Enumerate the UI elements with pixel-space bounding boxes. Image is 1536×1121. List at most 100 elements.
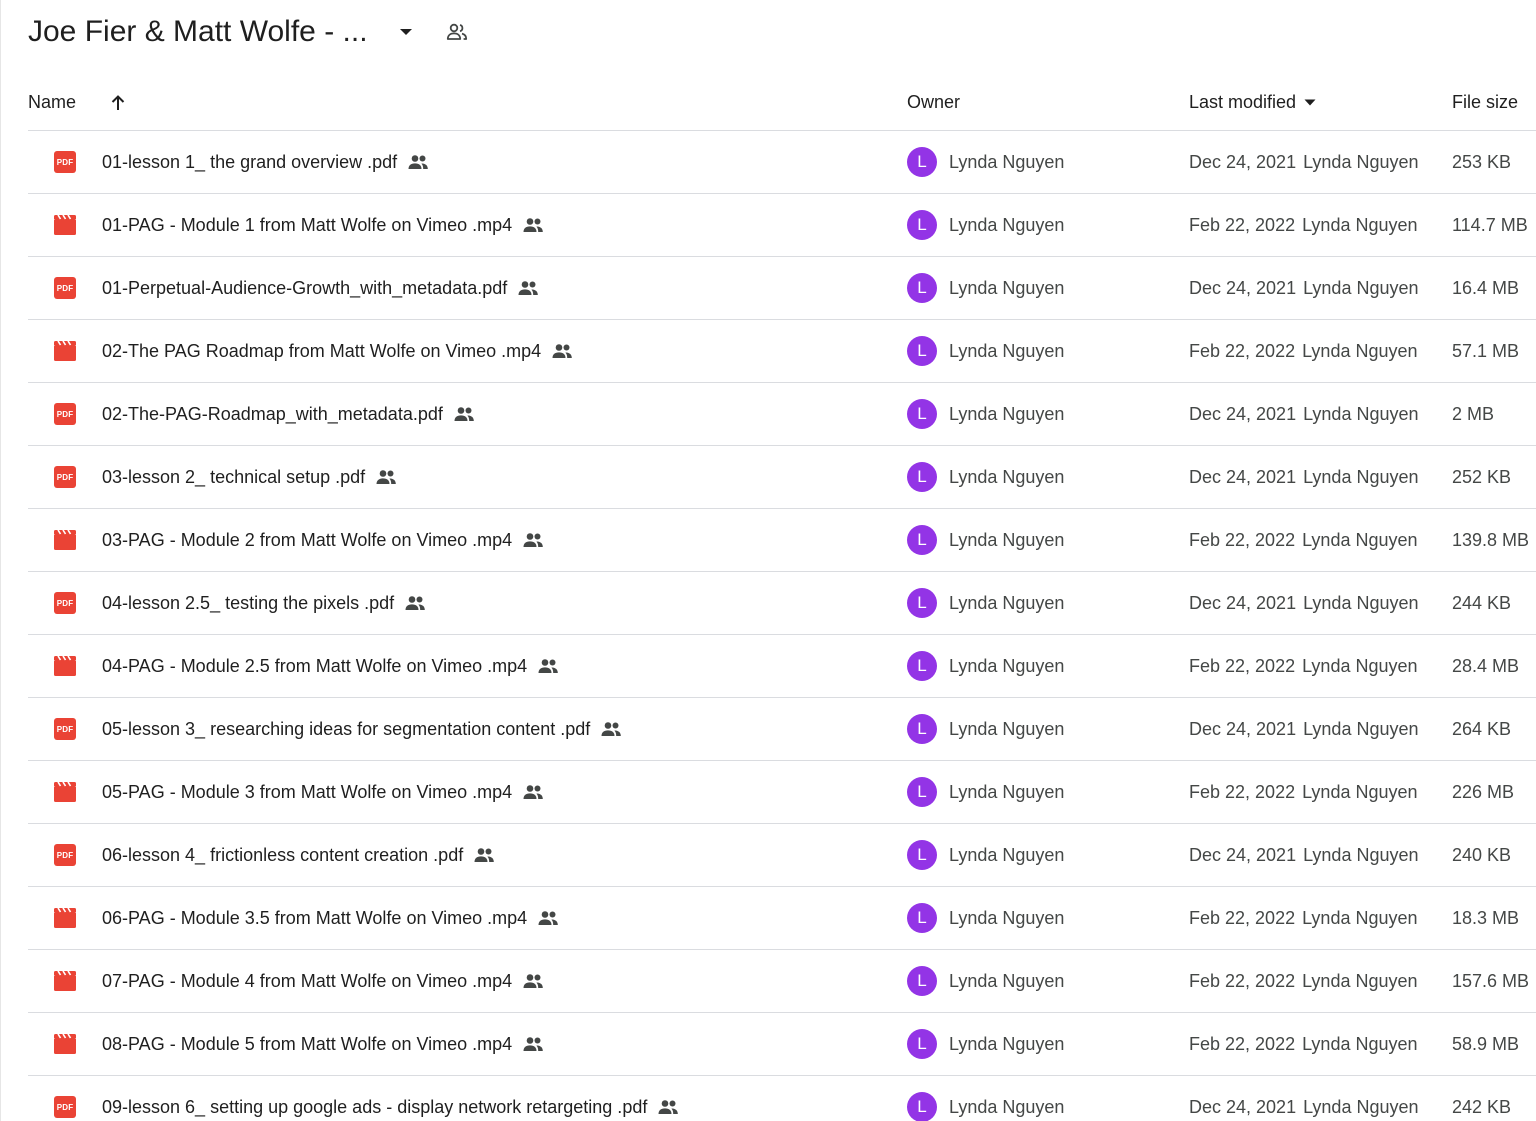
file-name[interactable]: 04-PAG - Module 2.5 from Matt Wolfe on V… xyxy=(102,656,527,677)
pdf-icon: PDF xyxy=(54,844,76,866)
owner-name: Lynda Nguyen xyxy=(949,466,1065,487)
file-row-7[interactable]: 03-PAG - Module 2 from Matt Wolfe on Vim… xyxy=(28,509,1536,572)
file-list: PDF 01-lesson 1_ the grand overview .pdf… xyxy=(28,131,1536,1121)
modified-date: Feb 22, 2022 xyxy=(1189,655,1296,676)
shared-icon xyxy=(453,406,475,422)
file-row-2[interactable]: 01-PAG - Module 1 from Matt Wolfe on Vim… xyxy=(28,194,1536,257)
file-row-1[interactable]: PDF 01-lesson 1_ the grand overview .pdf… xyxy=(28,131,1536,194)
file-name-cell: 02-The-PAG-Roadmap_with_metadata.pdf xyxy=(102,383,475,445)
file-name-cell: 03-lesson 2_ technical setup .pdf xyxy=(102,446,397,508)
drive-folder-view: Joe Fier & Matt Wolfe - ... Name Owner L… xyxy=(0,0,1536,1121)
folder-menu-caret-icon[interactable] xyxy=(394,20,418,44)
last-modified-cell: Dec 24, 2021 Lynda Nguyen xyxy=(1189,446,1419,508)
file-row-16[interactable]: PDF 09-lesson 6_ setting up google ads -… xyxy=(28,1076,1536,1121)
file-name[interactable]: 01-lesson 1_ the grand overview .pdf xyxy=(102,152,397,173)
owner-avatar[interactable]: L xyxy=(907,147,937,177)
owner-cell: L Lynda Nguyen xyxy=(907,509,1064,571)
file-row-14[interactable]: 07-PAG - Module 4 from Matt Wolfe on Vim… xyxy=(28,950,1536,1013)
owner-name: Lynda Nguyen xyxy=(949,907,1065,928)
owner-avatar[interactable]: L xyxy=(907,336,937,366)
file-name[interactable]: 01-PAG - Module 1 from Matt Wolfe on Vim… xyxy=(102,215,512,236)
file-name[interactable]: 02-The-PAG-Roadmap_with_metadata.pdf xyxy=(102,404,443,425)
file-name[interactable]: 04-lesson 2.5_ testing the pixels .pdf xyxy=(102,593,394,614)
file-row-6[interactable]: PDF 03-lesson 2_ technical setup .pdf L … xyxy=(28,446,1536,509)
last-modified-cell: Dec 24, 2021 Lynda Nguyen xyxy=(1189,383,1419,445)
file-name[interactable]: 09-lesson 6_ setting up google ads - dis… xyxy=(102,1097,647,1118)
file-name-cell: 04-PAG - Module 2.5 from Matt Wolfe on V… xyxy=(102,635,559,697)
sort-ascending-arrow-icon[interactable] xyxy=(106,91,130,115)
file-size: 252 KB xyxy=(1452,466,1512,487)
file-name[interactable]: 01-Perpetual-Audience-Growth_with_metada… xyxy=(102,278,507,299)
owner-cell: L Lynda Nguyen xyxy=(907,1013,1064,1075)
modified-date: Feb 22, 2022 xyxy=(1189,529,1296,550)
owner-avatar[interactable]: L xyxy=(907,651,937,681)
owner-avatar[interactable]: L xyxy=(907,399,937,429)
owner-avatar[interactable]: L xyxy=(907,462,937,492)
file-name-cell: 03-PAG - Module 2 from Matt Wolfe on Vim… xyxy=(102,509,544,571)
modified-date: Feb 22, 2022 xyxy=(1189,1033,1296,1054)
video-icon xyxy=(54,215,76,235)
file-size: 139.8 MB xyxy=(1452,529,1530,550)
file-name[interactable]: 02-The PAG Roadmap from Matt Wolfe on Vi… xyxy=(102,341,541,362)
shared-icon xyxy=(522,1036,544,1052)
video-icon xyxy=(54,908,76,928)
file-name[interactable]: 06-PAG - Module 3.5 from Matt Wolfe on V… xyxy=(102,908,527,929)
file-row-11[interactable]: 05-PAG - Module 3 from Matt Wolfe on Vim… xyxy=(28,761,1536,824)
owner-name: Lynda Nguyen xyxy=(949,214,1065,235)
owner-cell: L Lynda Nguyen xyxy=(907,887,1064,949)
owner-name: Lynda Nguyen xyxy=(949,1033,1065,1054)
modified-by: Lynda Nguyen xyxy=(1303,718,1419,739)
file-row-15[interactable]: 08-PAG - Module 5 from Matt Wolfe on Vim… xyxy=(28,1013,1536,1076)
file-name-cell: 01-PAG - Module 1 from Matt Wolfe on Vim… xyxy=(102,194,544,256)
owner-avatar[interactable]: L xyxy=(907,1029,937,1059)
owner-avatar[interactable]: L xyxy=(907,588,937,618)
owner-avatar[interactable]: L xyxy=(907,525,937,555)
file-row-8[interactable]: PDF 04-lesson 2.5_ testing the pixels .p… xyxy=(28,572,1536,635)
shared-icon xyxy=(375,469,397,485)
file-row-10[interactable]: PDF 05-lesson 3_ researching ideas for s… xyxy=(28,698,1536,761)
owner-name: Lynda Nguyen xyxy=(949,781,1065,802)
pdf-icon: PDF xyxy=(54,1096,76,1118)
file-row-13[interactable]: 06-PAG - Module 3.5 from Matt Wolfe on V… xyxy=(28,887,1536,950)
folder-title[interactable]: Joe Fier & Matt Wolfe - ... xyxy=(28,15,368,49)
column-header-name[interactable]: Name xyxy=(28,92,76,113)
file-name[interactable]: 05-PAG - Module 3 from Matt Wolfe on Vim… xyxy=(102,782,512,803)
left-edge-divider xyxy=(0,0,1,1121)
owner-avatar[interactable]: L xyxy=(907,966,937,996)
column-header-last-modified[interactable]: Last modified xyxy=(1189,92,1316,113)
shared-icon xyxy=(522,973,544,989)
file-row-5[interactable]: PDF 02-The-PAG-Roadmap_with_metadata.pdf… xyxy=(28,383,1536,446)
file-row-12[interactable]: PDF 06-lesson 4_ frictionless content cr… xyxy=(28,824,1536,887)
file-name[interactable]: 07-PAG - Module 4 from Matt Wolfe on Vim… xyxy=(102,971,512,992)
file-name[interactable]: 03-PAG - Module 2 from Matt Wolfe on Vim… xyxy=(102,530,512,551)
shared-folder-icon[interactable] xyxy=(444,19,470,45)
file-name[interactable]: 06-lesson 4_ frictionless content creati… xyxy=(102,845,463,866)
file-type-icon-cell xyxy=(53,320,77,382)
file-name[interactable]: 03-lesson 2_ technical setup .pdf xyxy=(102,467,365,488)
modified-by: Lynda Nguyen xyxy=(1303,151,1419,172)
owner-avatar[interactable]: L xyxy=(907,210,937,240)
owner-avatar[interactable]: L xyxy=(907,840,937,870)
owner-name: Lynda Nguyen xyxy=(949,340,1065,361)
owner-name: Lynda Nguyen xyxy=(949,529,1065,550)
file-type-icon-cell xyxy=(53,635,77,697)
owner-avatar[interactable]: L xyxy=(907,714,937,744)
file-name[interactable]: 05-lesson 3_ researching ideas for segme… xyxy=(102,719,590,740)
last-modified-cell: Feb 22, 2022 Lynda Nguyen xyxy=(1189,635,1418,697)
owner-cell: L Lynda Nguyen xyxy=(907,950,1064,1012)
owner-avatar[interactable]: L xyxy=(907,1092,937,1121)
file-row-3[interactable]: PDF 01-Perpetual-Audience-Growth_with_me… xyxy=(28,257,1536,320)
owner-name: Lynda Nguyen xyxy=(949,277,1065,298)
shared-icon xyxy=(473,847,495,863)
file-row-4[interactable]: 02-The PAG Roadmap from Matt Wolfe on Vi… xyxy=(28,320,1536,383)
owner-avatar[interactable]: L xyxy=(907,903,937,933)
modified-date: Dec 24, 2021 xyxy=(1189,151,1297,172)
owner-avatar[interactable]: L xyxy=(907,777,937,807)
file-type-icon-cell xyxy=(53,761,77,823)
modified-date: Dec 24, 2021 xyxy=(1189,844,1297,865)
file-name[interactable]: 08-PAG - Module 5 from Matt Wolfe on Vim… xyxy=(102,1034,512,1055)
file-row-9[interactable]: 04-PAG - Module 2.5 from Matt Wolfe on V… xyxy=(28,635,1536,698)
file-size: 240 KB xyxy=(1452,844,1512,865)
file-name-cell: 04-lesson 2.5_ testing the pixels .pdf xyxy=(102,572,426,634)
owner-avatar[interactable]: L xyxy=(907,273,937,303)
